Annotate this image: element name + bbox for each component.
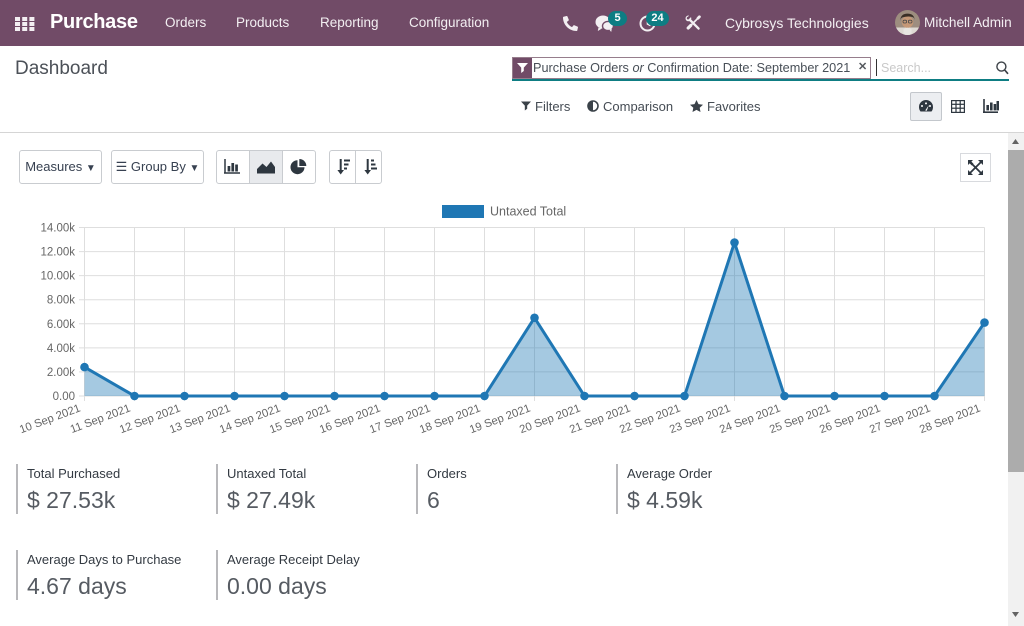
svg-text:4.00k: 4.00k <box>47 343 75 355</box>
svg-text:6.00k: 6.00k <box>47 319 75 331</box>
svg-text:Untaxed Total: Untaxed Total <box>490 205 566 219</box>
svg-text:8.00k: 8.00k <box>47 295 75 307</box>
svg-text:10.00k: 10.00k <box>40 271 75 283</box>
svg-text:14.00k: 14.00k <box>40 223 75 235</box>
svg-text:0.00: 0.00 <box>53 391 75 403</box>
svg-text:2.00k: 2.00k <box>47 367 75 379</box>
svg-text:12.00k: 12.00k <box>40 247 75 259</box>
